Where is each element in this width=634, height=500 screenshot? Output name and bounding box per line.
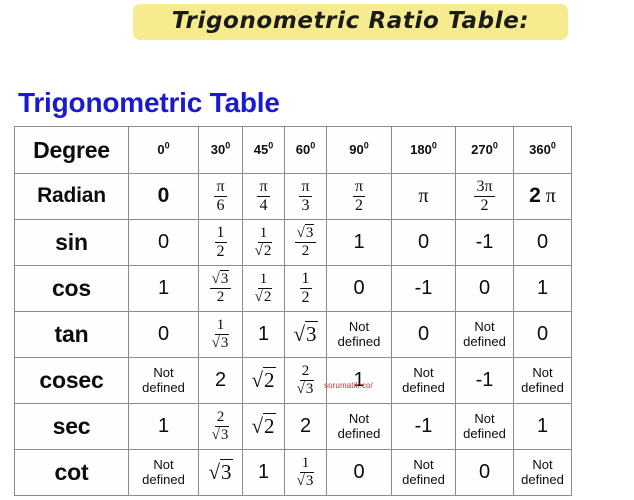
cell-cosec-30: 2 (198, 357, 243, 404)
cell-Radian-180: π (391, 173, 456, 220)
cell-cosec-0: Not defined (128, 357, 199, 404)
table-row-degree: Degree 00 300 450 600 900 1800 2700 3600 (14, 126, 572, 174)
cell-cot-60: 1 √3 (284, 449, 327, 496)
cell-cos-90: 0 (326, 265, 392, 312)
cell-Radian-60: π3 (284, 173, 327, 220)
page-title: Trigonometric Ratio Table: (171, 8, 530, 34)
cell-Radian-360: 2 π (513, 173, 572, 220)
cell-cos-0: 1 (128, 265, 199, 312)
column-header-60-deg: 600 (284, 126, 327, 174)
cell-cosec-180: Not defined (391, 357, 456, 404)
row-label-cot: cot (14, 449, 129, 496)
trigonometric-table: Degree 00 300 450 600 900 1800 2700 3600 Radian 0 π… (14, 126, 572, 496)
table-row-sin: sin 0 1 2 1 √2 √3 2 1 0 -1 0 (14, 219, 572, 266)
table-row-tan: tan 0 1 √3 1 √3 Not defined 0 Not defined 0 (14, 311, 572, 358)
cell-sec-0: 1 (128, 403, 199, 450)
cell-tan-90: Not defined (326, 311, 392, 358)
cell-cos-270: 0 (455, 265, 514, 312)
cell-tan-45: 1 (242, 311, 285, 358)
cell-cot-270: 0 (455, 449, 514, 496)
cell-sin-180: 0 (391, 219, 456, 266)
cell-Radian-45: π4 (242, 173, 285, 220)
row-label-cosec: cosec (14, 357, 129, 404)
cell-sin-30: 12 (198, 219, 243, 266)
site-watermark: sorumatik.co/ (324, 381, 373, 390)
table-body: Degree 00 300 450 600 900 1800 2700 3600 Radian 0 π… (14, 126, 572, 496)
cell-cosec-360: Not defined (513, 357, 572, 404)
cell-tan-360: 0 (513, 311, 572, 358)
cell-tan-0: 0 (128, 311, 199, 358)
cell-sin-0: 0 (128, 219, 199, 266)
table-row-cos: cos 1 √3 2 1 √2 1 2 0 -1 0 1 (14, 265, 572, 312)
cell-tan-30: 1 √3 (198, 311, 243, 358)
cell-sec-270: Not defined (455, 403, 514, 450)
column-header-90-deg: 900 (326, 126, 392, 174)
row-label-sin: sin (14, 219, 129, 266)
cell-cos-360: 1 (513, 265, 572, 312)
row-label-tan: tan (14, 311, 129, 358)
cell-cot-90: 0 (326, 449, 392, 496)
column-header-360-deg: 3600 (513, 126, 572, 174)
table-row-Radian: Radian 0 π 6 π 4 π 3 π 2 π 3π 2 2 π (14, 173, 572, 220)
cell-tan-270: Not defined (455, 311, 514, 358)
column-header-0-deg: 00 (128, 126, 199, 174)
row-label-Radian: Radian (14, 173, 129, 220)
cell-sec-30: 2 √3 (198, 403, 243, 450)
cell-cos-60: 12 (284, 265, 327, 312)
cell-tan-180: 0 (391, 311, 456, 358)
column-header-30-deg: 300 (198, 126, 243, 174)
cell-Radian-30: π6 (198, 173, 243, 220)
table-row-cot: cot Not defined √3 1 1 √3 0 Not defined 0 Not define… (14, 449, 572, 496)
cell-cot-360: Not defined (513, 449, 572, 496)
table-row-sec: sec 1 2 √3 √2 2 Not defined -1 Not defined 1 (14, 403, 572, 450)
cell-sec-360: 1 (513, 403, 572, 450)
row-label-cos: cos (14, 265, 129, 312)
cell-cot-45: 1 (242, 449, 285, 496)
cell-sin-90: 1 (326, 219, 392, 266)
cell-Radian-0: 0 (128, 173, 199, 220)
cell-cos-45: 1 √2 (242, 265, 285, 312)
column-header-270-deg: 2700 (455, 126, 514, 174)
cell-cos-30: √3 2 (198, 265, 243, 312)
row-label-degree: Degree (14, 126, 129, 174)
cell-cosec-60: 2 √3 (284, 357, 327, 404)
table-row-cosec: cosec Not defined 2 √2 2 √3 1 Not defined -1 Not def… (14, 357, 572, 404)
cell-sec-90: Not defined (326, 403, 392, 450)
cell-sin-45: 1 √2 (242, 219, 285, 266)
cell-cot-180: Not defined (391, 449, 456, 496)
cell-sin-270: -1 (455, 219, 514, 266)
page-heading: Trigonometric Table (18, 86, 280, 118)
cell-cosec-270: -1 (455, 357, 514, 404)
cell-sin-360: 0 (513, 219, 572, 266)
cell-cot-0: Not defined (128, 449, 199, 496)
cell-cot-30: √3 (198, 449, 243, 496)
cell-sec-180: -1 (391, 403, 456, 450)
cell-Radian-270: 3π 2 (455, 173, 514, 220)
cell-sec-45: √2 (242, 403, 285, 450)
column-header-45-deg: 450 (242, 126, 285, 174)
row-label-sec: sec (14, 403, 129, 450)
cell-sin-60: √3 2 (284, 219, 327, 266)
cell-cos-180: -1 (391, 265, 456, 312)
cell-tan-60: √3 (284, 311, 327, 358)
cell-cosec-45: √2 (242, 357, 285, 404)
column-header-180-deg: 1800 (391, 126, 456, 174)
cell-Radian-90: π2 (326, 173, 392, 220)
cell-sec-60: 2 (284, 403, 327, 450)
